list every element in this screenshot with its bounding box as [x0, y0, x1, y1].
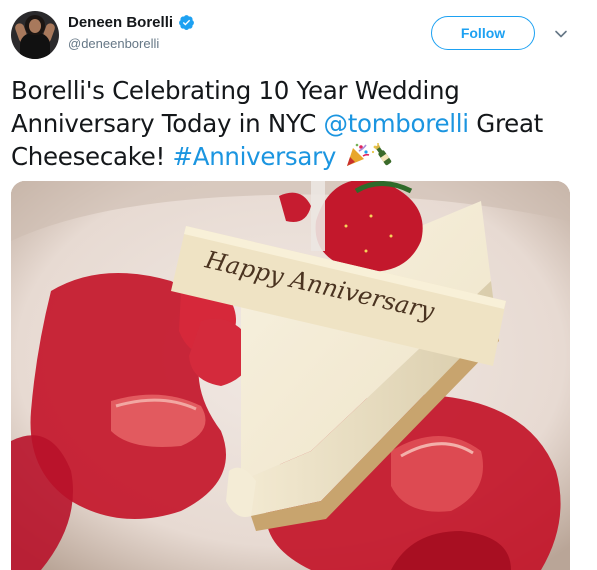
- champagne-icon: [371, 143, 391, 166]
- hashtag-link[interactable]: #Anniversary: [173, 142, 337, 171]
- avatar-face: [29, 19, 41, 33]
- author-handle[interactable]: @deneenborelli: [68, 36, 195, 51]
- follow-button[interactable]: Follow: [431, 16, 535, 50]
- party-popper-icon: [346, 143, 369, 166]
- chevron-down-icon[interactable]: [553, 26, 569, 42]
- tweet-text: Borelli's Celebrating 10 Year Wedding An…: [11, 74, 586, 173]
- avatar[interactable]: [11, 11, 59, 59]
- mention-link[interactable]: @tomborelli: [324, 109, 470, 138]
- cheesecake-image: Happy Anniversary: [11, 181, 570, 570]
- verified-badge-icon: [179, 15, 194, 31]
- tweet-photo[interactable]: Happy Anniversary: [11, 181, 570, 570]
- author-block: Deneen Borelli @deneenborelli: [68, 14, 195, 51]
- author-name-row[interactable]: Deneen Borelli: [68, 14, 195, 31]
- avatar-body: [20, 33, 50, 59]
- author-display-name[interactable]: Deneen Borelli: [68, 14, 173, 31]
